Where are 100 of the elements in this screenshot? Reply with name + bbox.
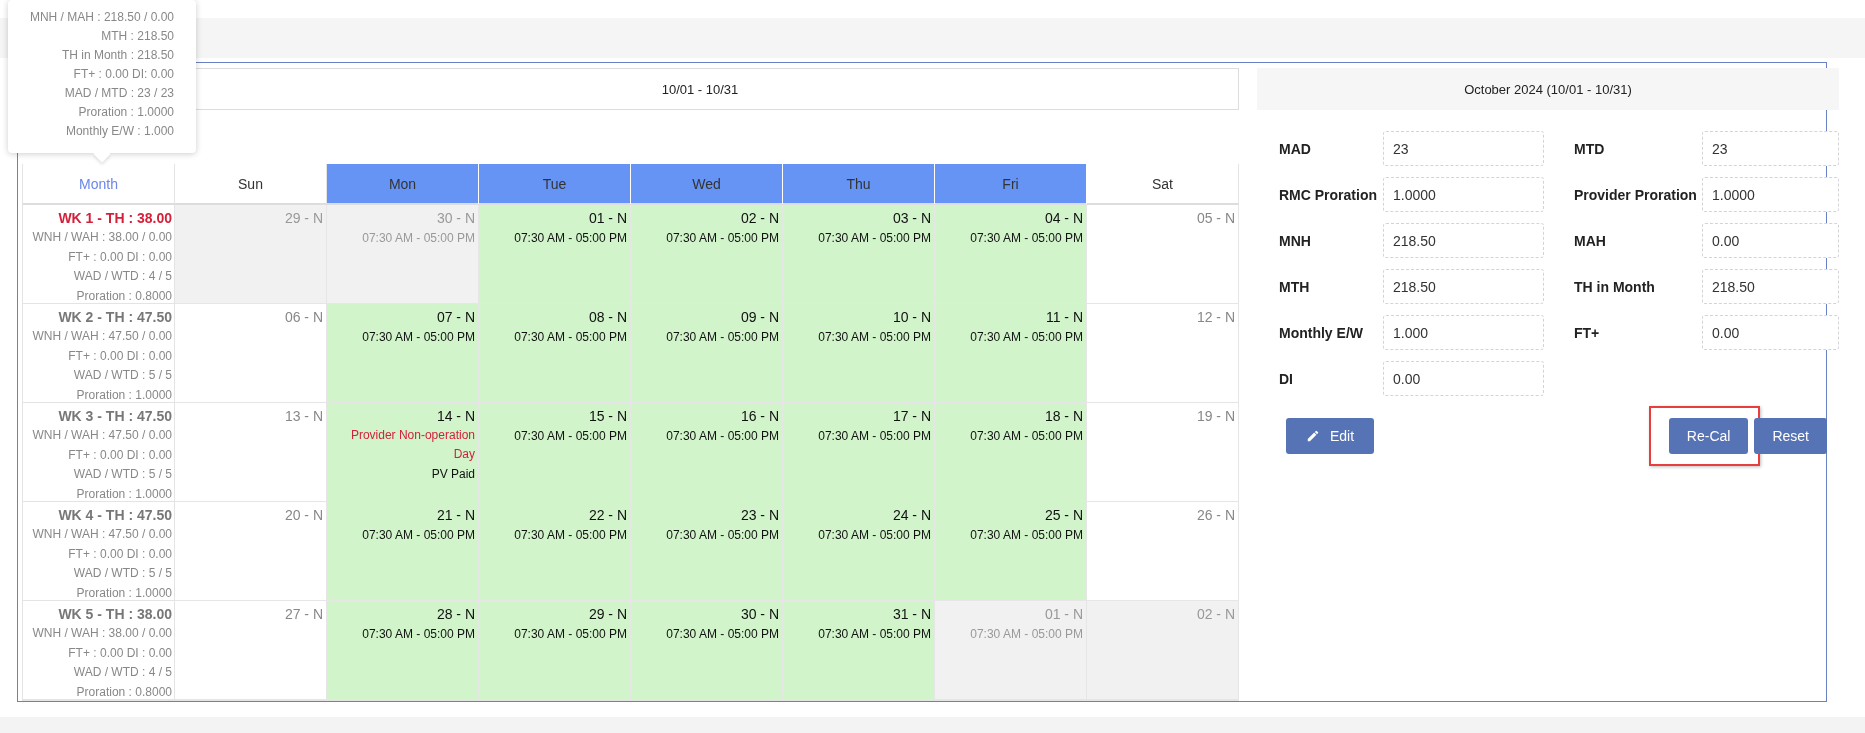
field-label: MTH	[1279, 278, 1311, 295]
shift-hours: 07:30 AM - 05:00 PM	[818, 329, 931, 346]
day-cell[interactable]: 09 - N 07:30 AM - 05:00 PM	[631, 304, 783, 403]
day-cell[interactable]: 03 - N 07:30 AM - 05:00 PM	[783, 205, 935, 304]
shift-hours: 07:30 AM - 05:00 PM	[666, 428, 779, 445]
day-date: 25 - N	[1044, 506, 1083, 525]
field-label: RMC Proration	[1279, 186, 1378, 203]
day-cell[interactable]: 27 - N	[175, 601, 327, 700]
day-cell[interactable]: 19 - N	[1087, 403, 1239, 502]
day-cell[interactable]: 22 - N 07:30 AM - 05:00 PM	[479, 502, 631, 601]
week-stat: WNH / WAH : 38.00 / 0.00	[32, 229, 172, 246]
shift-hours: 07:30 AM - 05:00 PM	[514, 230, 627, 247]
day-cell[interactable]: 05 - N	[1087, 205, 1239, 304]
day-cell[interactable]: 08 - N 07:30 AM - 05:00 PM	[479, 304, 631, 403]
day-cell[interactable]: 28 - N 07:30 AM - 05:00 PM	[327, 601, 479, 700]
week-stat: WNH / WAH : 38.00 / 0.00	[32, 625, 172, 642]
tooltip-line: MNH / MAH : 218.50 / 0.00	[29, 9, 174, 26]
week-stat: WNH / WAH : 47.50 / 0.00	[32, 328, 172, 345]
day-date: 23 - N	[740, 506, 779, 525]
weekday-header: Mon	[327, 164, 479, 205]
day-date: 21 - N	[436, 506, 475, 525]
input-field[interactable]: 0.00	[1702, 223, 1839, 258]
input-field[interactable]: 218.50	[1383, 223, 1544, 258]
day-cell[interactable]: 06 - N	[175, 304, 327, 403]
day-cell[interactable]: 07 - N 07:30 AM - 05:00 PM	[327, 304, 479, 403]
day-cell[interactable]: 01 - N 07:30 AM - 05:00 PM	[479, 205, 631, 304]
shift-hours: 07:30 AM - 05:00 PM	[970, 428, 1083, 445]
day-cell[interactable]: 18 - N 07:30 AM - 05:00 PM	[935, 403, 1087, 502]
day-cell[interactable]: 14 - N Provider Non-operation Day PV Paid	[327, 403, 479, 502]
week-stat: WNH / WAH : 47.50 / 0.00	[32, 526, 172, 543]
weekday-header: Thu	[783, 164, 935, 205]
day-date: 12 - N	[1196, 308, 1235, 327]
weekday-header: Fri	[935, 164, 1087, 205]
day-cell[interactable]: 02 - N 07:30 AM - 05:00 PM	[631, 205, 783, 304]
day-cell[interactable]: 23 - N 07:30 AM - 05:00 PM	[631, 502, 783, 601]
input-field[interactable]: 1.000	[1383, 315, 1544, 350]
day-cell[interactable]: 13 - N	[175, 403, 327, 502]
day-date: 04 - N	[1044, 209, 1083, 228]
input-field[interactable]: 218.50	[1383, 269, 1544, 304]
field-label: FT+	[1574, 324, 1601, 341]
week-stat: WAD / WTD : 5 / 5	[73, 367, 172, 384]
day-date: 19 - N	[1196, 407, 1235, 426]
day-date: 02 - N	[1196, 605, 1235, 624]
month-title: October 2024 (10/01 - 10/31)	[1257, 68, 1839, 110]
shift-hours: 07:30 AM - 05:00 PM	[970, 527, 1083, 544]
field-label: MAD	[1279, 140, 1312, 157]
day-cell[interactable]: 12 - N	[1087, 304, 1239, 403]
week-title: WK 2 - TH : 47.50	[58, 308, 172, 327]
reset-button[interactable]: Reset	[1754, 418, 1827, 454]
weekday-header: Wed	[631, 164, 783, 205]
day-cell[interactable]: 25 - N 07:30 AM - 05:00 PM	[935, 502, 1087, 601]
week-stat: Proration : 1.0000	[76, 485, 172, 503]
week-title: WK 4 - TH : 47.50	[58, 506, 172, 525]
day-cell[interactable]: 30 - N 07:30 AM - 05:00 PM	[631, 601, 783, 700]
day-cell[interactable]: 16 - N 07:30 AM - 05:00 PM	[631, 403, 783, 502]
day-cell[interactable]: 11 - N 07:30 AM - 05:00 PM	[935, 304, 1087, 403]
month-header-link[interactable]: Month	[23, 164, 175, 205]
week-stat: Proration : 0.8000	[76, 287, 172, 305]
day-date: 28 - N	[436, 605, 475, 624]
day-cell[interactable]: 21 - N 07:30 AM - 05:00 PM	[327, 502, 479, 601]
day-cell[interactable]: 31 - N 07:30 AM - 05:00 PM	[783, 601, 935, 700]
shift-hours: 07:30 AM - 05:00 PM	[970, 329, 1083, 346]
day-cell[interactable]: 15 - N 07:30 AM - 05:00 PM	[479, 403, 631, 502]
shift-hours: 07:30 AM - 05:00 PM	[818, 626, 931, 643]
day-date: 29 - N	[284, 209, 323, 228]
recalculate-button[interactable]: Re-Cal	[1668, 418, 1749, 454]
day-cell[interactable]: 26 - N	[1087, 502, 1239, 601]
week-stat: Proration : 0.8000	[76, 683, 172, 701]
week-stat: FT+ : 0.00 DI : 0.00	[68, 644, 172, 662]
input-field[interactable]: 23	[1383, 131, 1544, 166]
edit-button[interactable]: Edit	[1286, 418, 1375, 454]
day-date: 26 - N	[1196, 506, 1235, 525]
day-date: 14 - N	[436, 407, 475, 426]
field-label: MTD	[1574, 140, 1606, 157]
shift-hours: 07:30 AM - 05:00 PM	[818, 428, 931, 445]
day-date: 03 - N	[892, 209, 931, 228]
input-field[interactable]: 0.00	[1702, 315, 1839, 350]
input-field[interactable]: 23	[1702, 131, 1839, 166]
week-stat: WNH / WAH : 47.50 / 0.00	[32, 427, 172, 444]
day-note: Provider Non-operation Day	[349, 427, 475, 463]
input-field[interactable]: 218.50	[1702, 269, 1839, 304]
field-label: TH in Month	[1574, 278, 1656, 295]
day-cell[interactable]: 29 - N 07:30 AM - 05:00 PM	[479, 601, 631, 700]
input-field[interactable]: 0.00	[1383, 361, 1544, 396]
day-cell[interactable]: 10 - N 07:30 AM - 05:00 PM	[783, 304, 935, 403]
input-field[interactable]: 1.0000	[1383, 177, 1544, 212]
day-date: 01 - N	[588, 209, 627, 228]
day-date: 29 - N	[588, 605, 627, 624]
day-cell[interactable]: 24 - N 07:30 AM - 05:00 PM	[783, 502, 935, 601]
day-cell[interactable]: 17 - N 07:30 AM - 05:00 PM	[783, 403, 935, 502]
day-date: 18 - N	[1044, 407, 1083, 426]
weekday-header: Tue	[479, 164, 631, 205]
day-cell[interactable]: 20 - N	[175, 502, 327, 601]
week-title: WK 1 - TH : 38.00	[58, 209, 172, 228]
day-date: 07 - N	[436, 308, 475, 327]
day-cell[interactable]: 04 - N 07:30 AM - 05:00 PM	[935, 205, 1087, 304]
day-date: 05 - N	[1196, 209, 1235, 228]
pencil-icon	[1306, 429, 1320, 443]
input-field[interactable]: 1.0000	[1702, 177, 1839, 212]
field-label: MNH	[1279, 232, 1312, 249]
